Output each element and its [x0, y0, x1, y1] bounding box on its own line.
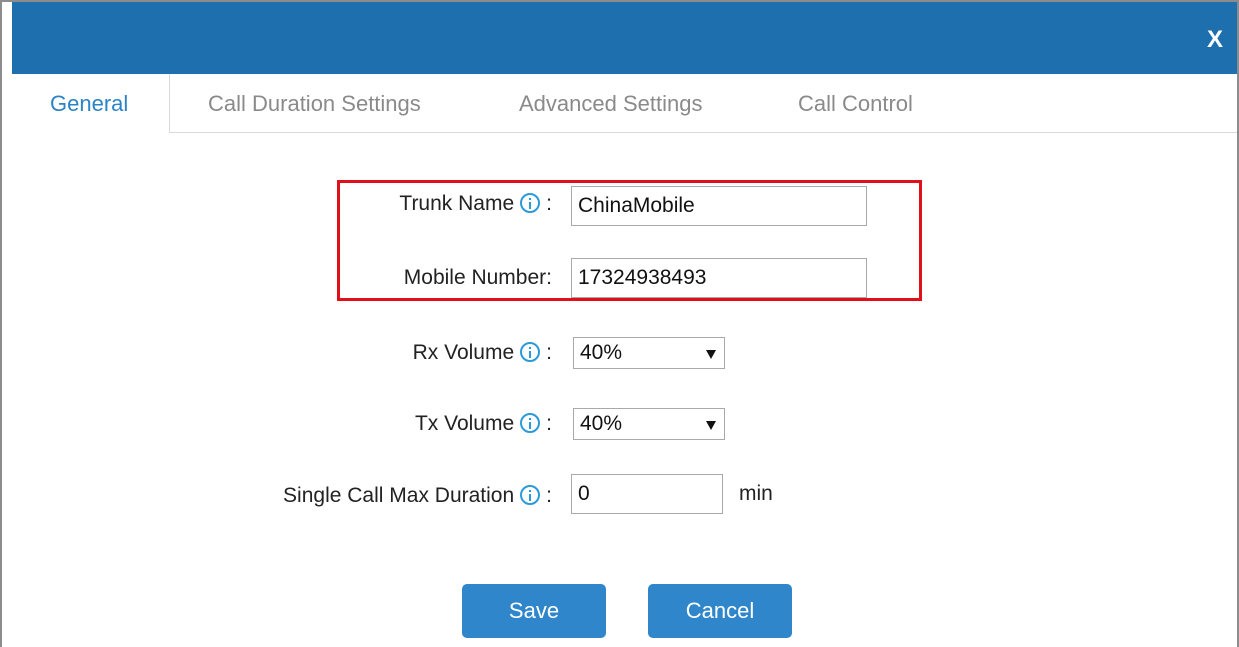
max-duration-input[interactable]: 0	[571, 474, 723, 514]
colon: :	[546, 341, 552, 364]
max-duration-label-group: Single Call Max Duration:	[283, 484, 552, 508]
info-icon[interactable]	[520, 193, 541, 213]
dropdown-arrow-icon	[706, 421, 716, 430]
trunk-name-label-group: Trunk Name:	[399, 192, 552, 216]
dialog-titlebar: X	[12, 2, 1237, 74]
colon: :	[546, 412, 552, 435]
tx-volume-label: Tx Volume	[414, 412, 515, 435]
tx-volume-label-group: Tx Volume:	[415, 412, 552, 436]
tx-volume-value: 40%	[580, 412, 623, 435]
colon: :	[546, 192, 552, 215]
tab-general[interactable]: General	[12, 74, 170, 133]
max-duration-label: Single Call Max Duration	[283, 484, 515, 507]
dropdown-arrow-icon	[706, 350, 716, 359]
info-icon[interactable]	[520, 342, 541, 362]
trunk-name-input[interactable]: ChinaMobile	[571, 186, 867, 226]
tab-call-control[interactable]: Call Control	[798, 74, 913, 132]
tab-call-duration-settings[interactable]: Call Duration Settings	[208, 74, 421, 132]
rx-volume-select[interactable]: 40%	[573, 337, 725, 369]
save-button[interactable]: Save	[462, 584, 606, 638]
trunk-name-label: Trunk Name	[399, 192, 515, 215]
cancel-button[interactable]: Cancel	[648, 584, 792, 638]
colon: :	[546, 484, 552, 507]
mobile-number-input[interactable]: 17324938493	[571, 258, 867, 298]
tab-bar: General Call Duration Settings Advanced …	[12, 74, 1237, 133]
rx-volume-label-group: Rx Volume:	[413, 341, 552, 365]
tab-advanced-settings[interactable]: Advanced Settings	[519, 74, 702, 132]
rx-volume-label: Rx Volume	[412, 341, 515, 364]
rx-volume-value: 40%	[580, 341, 623, 364]
tx-volume-select[interactable]: 40%	[573, 408, 725, 440]
max-duration-unit: min	[739, 482, 773, 505]
trunk-dialog: X General Call Duration Settings Advance…	[0, 0, 1239, 647]
mobile-number-label: Mobile Number:	[403, 266, 552, 289]
info-icon[interactable]	[520, 413, 541, 433]
info-icon[interactable]	[520, 485, 541, 505]
close-icon[interactable]: X	[1207, 28, 1223, 52]
